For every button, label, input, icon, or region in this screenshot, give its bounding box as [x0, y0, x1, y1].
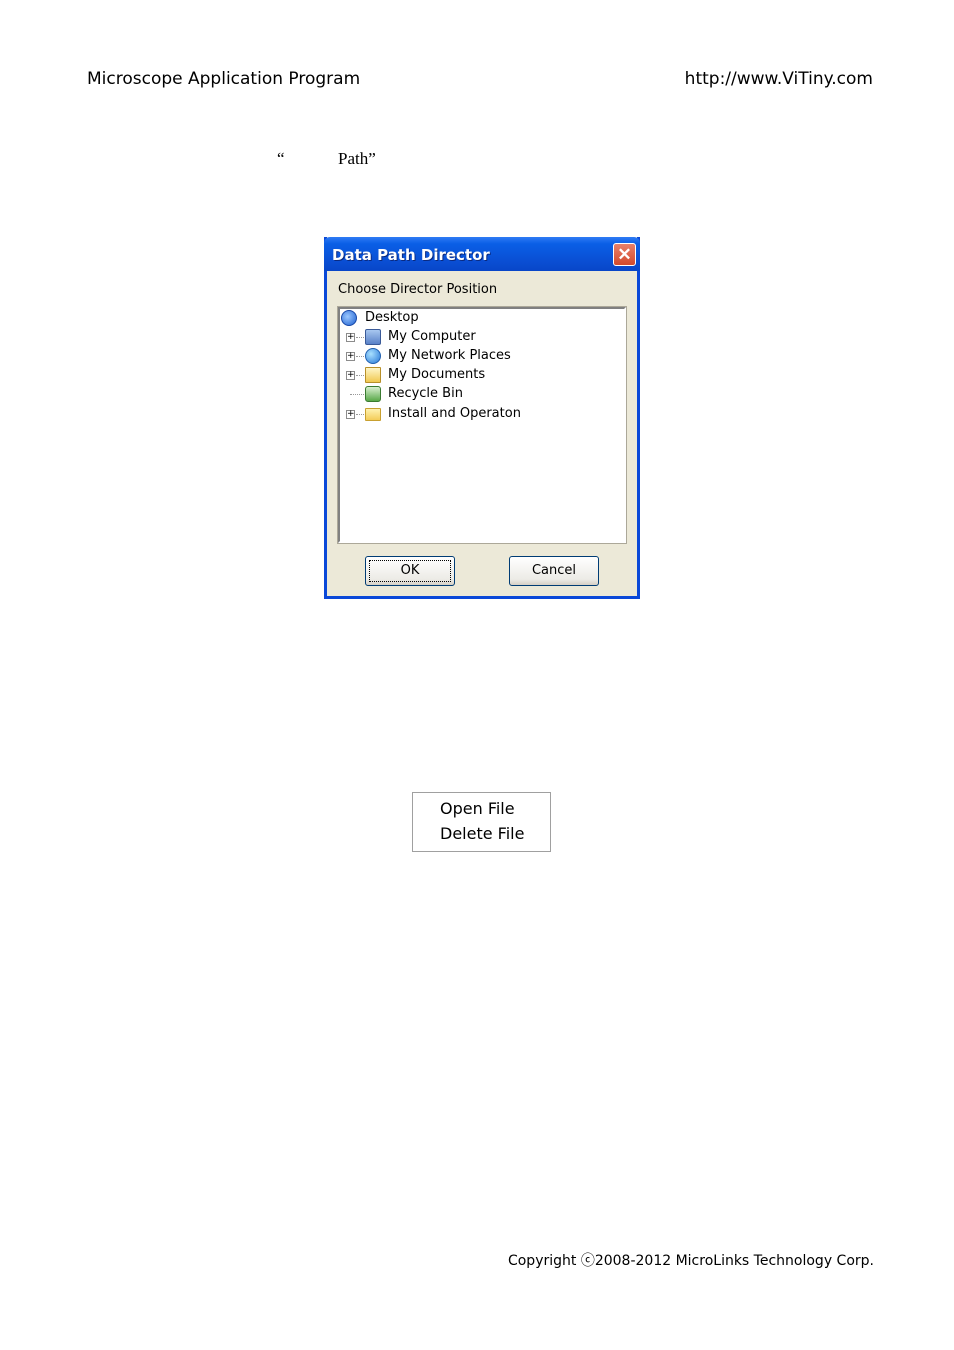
- cancel-button[interactable]: Cancel: [509, 556, 599, 586]
- tree-connector: [356, 356, 364, 357]
- footer-copyright: Copyright ⓒ2008-2012 MicroLinks Technolo…: [507, 1253, 874, 1269]
- tree-connector: [356, 375, 364, 376]
- tree-item-recycle-bin[interactable]: Recycle Bin: [341, 385, 581, 403]
- close-icon: ✕: [617, 245, 632, 264]
- folder-icon: [365, 408, 381, 421]
- path-word: Path”: [338, 149, 376, 168]
- dialog-title: Data Path Director: [332, 246, 490, 264]
- focus-rect: [369, 560, 451, 582]
- tree-connector: [356, 337, 364, 338]
- data-path-dialog: Data Path Director ✕ Choose Director Pos…: [324, 237, 640, 599]
- desktop-icon: [341, 310, 357, 326]
- network-places-icon: [365, 348, 381, 364]
- tree-item-label: My Computer: [388, 329, 476, 344]
- dialog-prompt: Choose Director Position: [338, 282, 498, 297]
- tree-item-my-computer[interactable]: + My Computer: [341, 328, 581, 346]
- tree-item-label: My Network Places: [388, 348, 511, 363]
- header-url: http://www.ViTiny.com: [684, 69, 873, 89]
- tree-item-label: Desktop: [365, 310, 419, 325]
- tree-item-install-and-operaton[interactable]: + Install and Operaton: [341, 405, 611, 423]
- cancel-label: Cancel: [531, 563, 577, 578]
- expand-icon[interactable]: +: [346, 371, 355, 380]
- expand-icon[interactable]: +: [346, 410, 355, 419]
- close-button[interactable]: ✕: [613, 243, 636, 266]
- tree-item-my-network-places[interactable]: + My Network Places: [341, 347, 601, 365]
- expand-icon[interactable]: +: [346, 333, 355, 342]
- menu-item-delete-file[interactable]: Delete File: [440, 824, 524, 843]
- tree-item-my-documents[interactable]: + My Documents: [341, 366, 581, 384]
- tree-connector: [350, 394, 364, 395]
- tree-item-label: Install and Operaton: [388, 406, 521, 421]
- menu-item-open-file[interactable]: Open File: [440, 799, 515, 818]
- tree-connector: [356, 414, 364, 415]
- expand-icon[interactable]: +: [346, 352, 355, 361]
- computer-icon: [365, 329, 381, 345]
- dialog-titlebar[interactable]: Data Path Director ✕: [324, 237, 640, 271]
- tree-item-label: My Documents: [388, 367, 486, 382]
- documents-folder-icon: [365, 367, 381, 383]
- ok-button[interactable]: OK: [365, 556, 455, 586]
- header-title: Microscope Application Program: [87, 69, 361, 89]
- tree-item-label: Recycle Bin: [388, 386, 463, 401]
- tree-item-desktop[interactable]: Desktop: [341, 309, 541, 327]
- folder-tree[interactable]: Desktop + My Computer + My Network Place…: [337, 306, 627, 544]
- context-menu: Open File Delete File: [412, 792, 551, 852]
- open-quote: “: [277, 149, 285, 168]
- recycle-bin-icon: [365, 386, 381, 402]
